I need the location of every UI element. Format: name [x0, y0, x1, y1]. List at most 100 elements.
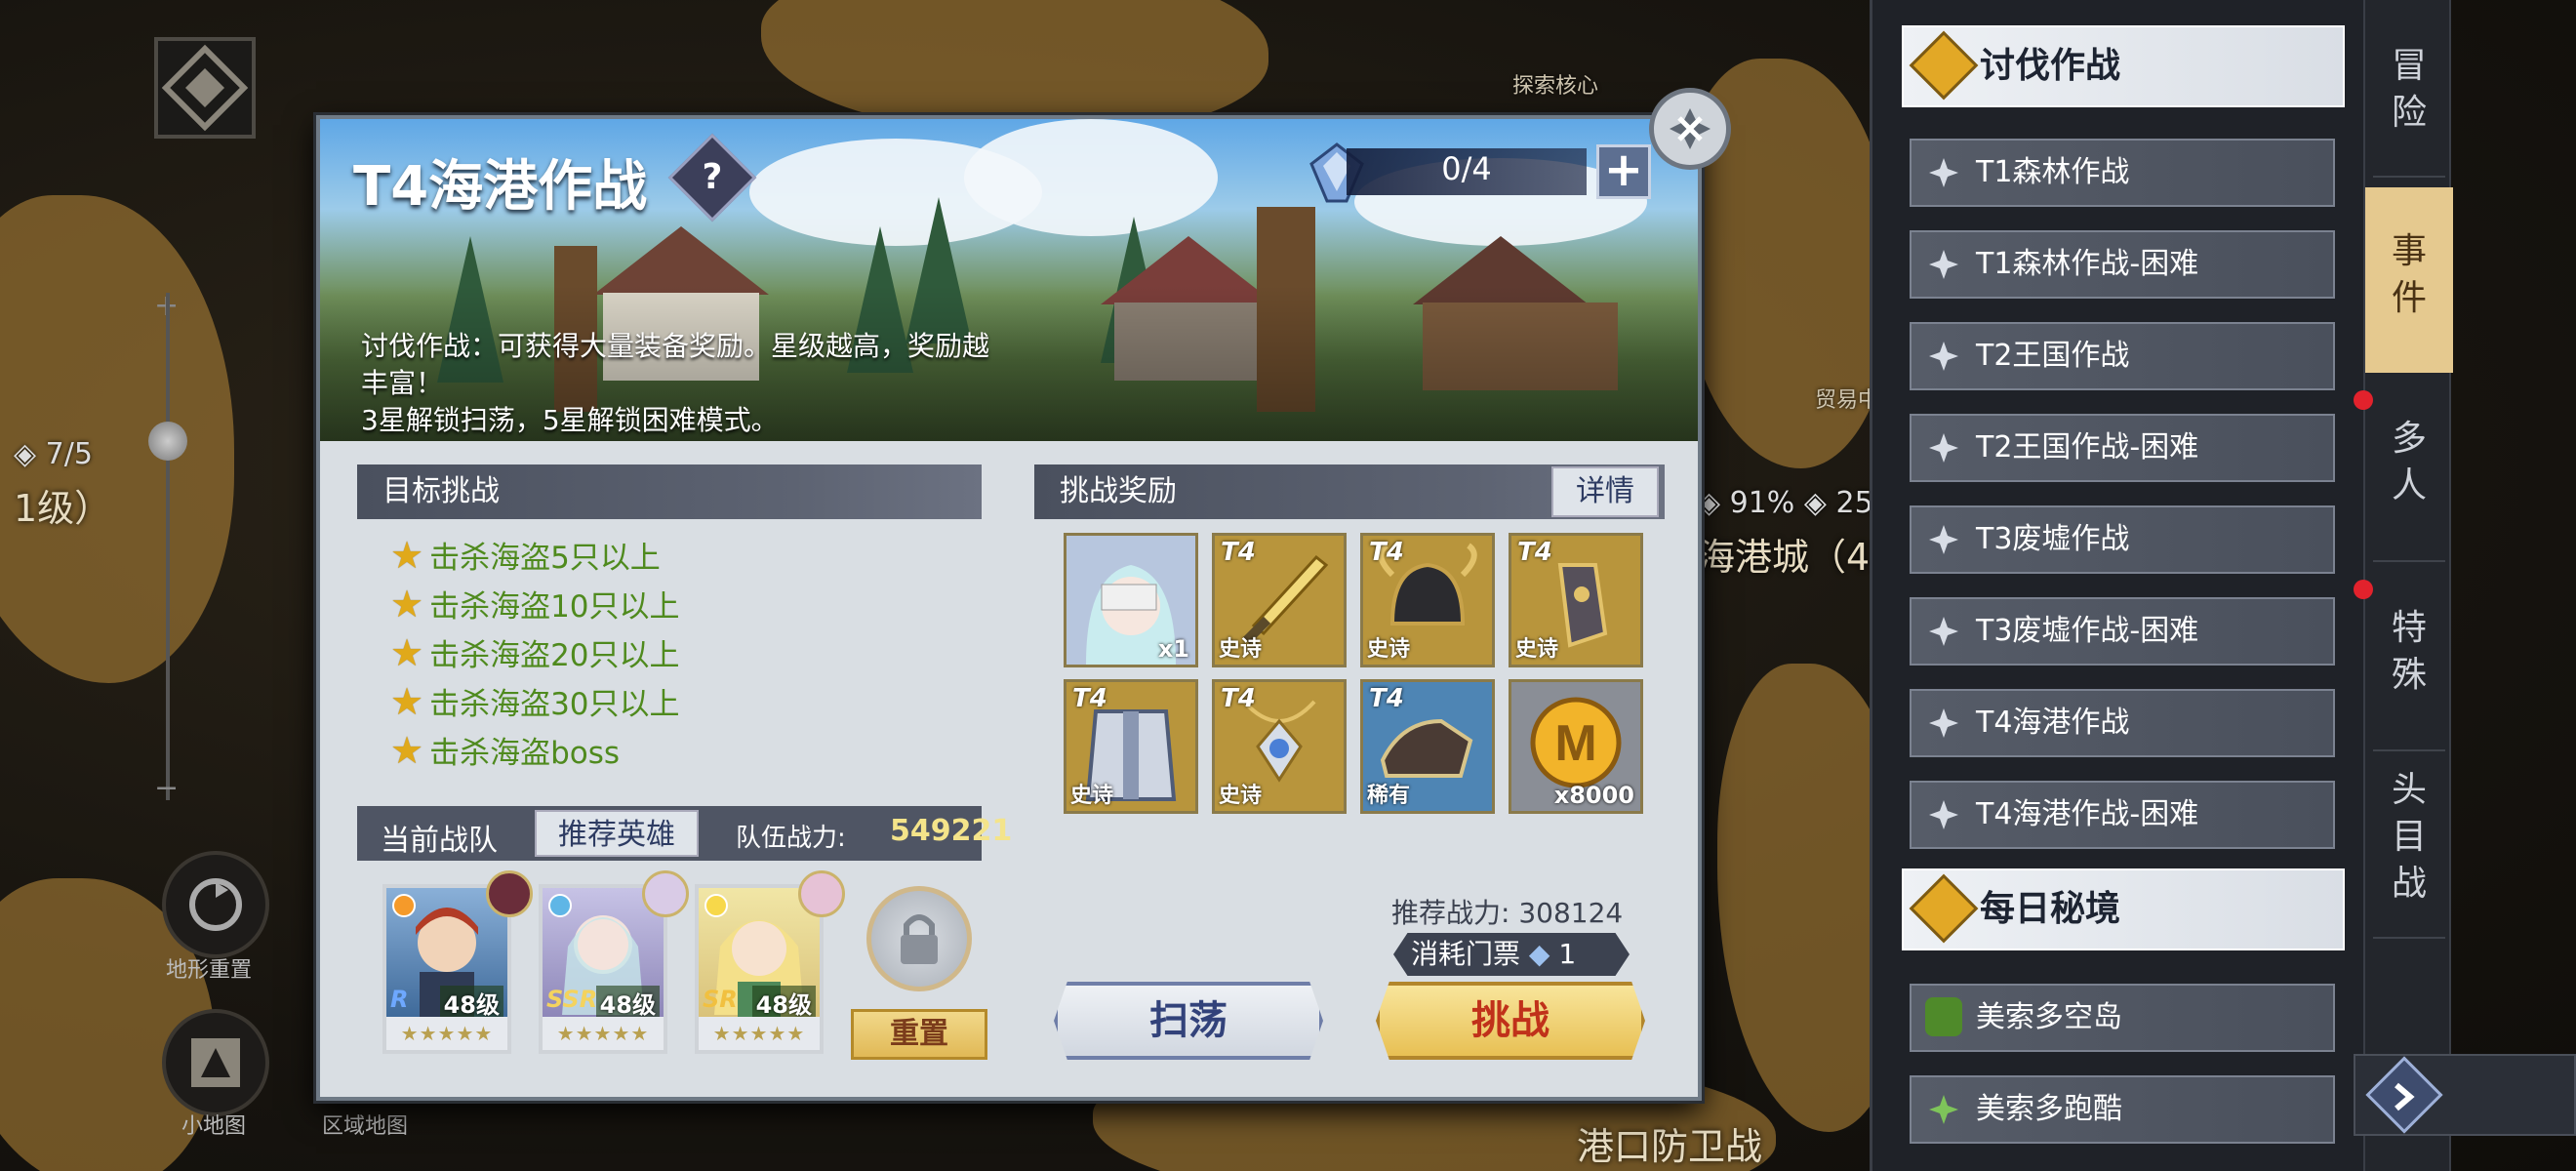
tab-boss[interactable]: 头目战: [2365, 767, 2453, 908]
map-stat-left: ◈ 7/5: [14, 437, 93, 471]
compass-star-icon: [1929, 250, 1958, 279]
ticket-count: 0/4: [1441, 150, 1492, 187]
hero-level: 48级: [439, 986, 503, 1020]
team-title: 当前战队: [381, 824, 498, 858]
item-grade: 史诗: [1070, 784, 1114, 808]
chest-icon: ◈: [1803, 486, 1827, 520]
zoom-slider-handle[interactable]: [148, 422, 187, 461]
zoom-slider[interactable]: [166, 293, 170, 800]
reward-item[interactable]: T4 史诗: [1360, 533, 1495, 667]
zoom-out-icon[interactable]: −: [154, 771, 179, 805]
item-grade: 稀有: [1367, 784, 1411, 808]
star-icon: ★: [390, 582, 424, 626]
item-count: x1: [1157, 635, 1189, 663]
hero-level: 48级: [595, 986, 660, 1020]
diamond-icon: [1909, 30, 1979, 101]
tab-special[interactable]: 特殊: [2365, 605, 2453, 699]
ticket-crystal-icon: ◆: [1528, 938, 1550, 970]
mission-item[interactable]: T4海港作战: [1910, 689, 2335, 757]
tab-adventure[interactable]: 冒险: [2365, 43, 2453, 137]
recommend-heroes-button[interactable]: 推荐英雄: [535, 810, 699, 857]
locked-hero-slot[interactable]: [866, 886, 972, 991]
hero-rarity: SR: [703, 986, 738, 1013]
item-grade: 史诗: [1515, 637, 1559, 662]
description-line: 丰富！: [361, 367, 444, 399]
mission-item[interactable]: T2王国作战: [1910, 322, 2335, 390]
stage-title: T4海港作战: [353, 155, 648, 219]
recommended-power: 推荐战力: 308124: [1391, 897, 1624, 929]
goal-item: ★ 击杀海盗10只以上: [390, 582, 680, 626]
mission-item[interactable]: T3废墟作战-困难: [1910, 597, 2335, 666]
stage-description: 讨伐作战：可获得大量装备奖励。星级越高，奖励越 丰富！ 3星解锁扫荡，5星解锁困…: [361, 328, 1025, 439]
item-tier: T4: [1369, 684, 1404, 713]
compass-star-icon: [1929, 342, 1958, 371]
rewards-header: 挑战奖励 详情: [1034, 464, 1665, 519]
mission-item[interactable]: T2王国作战-困难: [1910, 414, 2335, 482]
star-icon: ★: [390, 679, 424, 723]
star-icon: ★: [390, 533, 424, 577]
ticket-cost: 消耗门票 ◆ 1: [1393, 933, 1630, 976]
category-conquest[interactable]: 讨伐作战: [1902, 25, 2345, 107]
description-line: 讨伐作战：可获得大量装备奖励。星级越高，奖励越: [361, 330, 990, 362]
item-grade: 史诗: [1367, 637, 1411, 662]
tab-divider: [2373, 749, 2445, 751]
compass-star-icon: [1929, 525, 1958, 554]
close-dialog-button[interactable]: [1649, 88, 1731, 170]
mission-item[interactable]: T1森林作战: [1910, 139, 2335, 207]
minimap-button[interactable]: [162, 1009, 269, 1116]
team-header: 当前战队 推荐英雄 队伍战力: 549221: [357, 806, 1012, 861]
collapse-panel-button[interactable]: [2354, 1054, 2576, 1136]
goal-item: ★ 击杀海盗5只以上: [390, 533, 661, 577]
refresh-icon: [189, 878, 242, 931]
item-tier: T4: [1221, 684, 1256, 713]
sweep-button[interactable]: 扫荡: [1054, 982, 1323, 1060]
star-icon: ★: [390, 630, 424, 674]
reward-item[interactable]: T4 史诗: [1212, 533, 1347, 667]
light-element-icon: [704, 894, 728, 917]
tab-event[interactable]: 事件: [2365, 187, 2453, 373]
cloud: [964, 119, 1218, 236]
reset-team-button[interactable]: 重置: [851, 1009, 987, 1060]
map-compass-icon[interactable]: [137, 20, 273, 156]
challenge-button[interactable]: 挑战: [1376, 982, 1645, 1060]
tab-multiplayer[interactable]: 多人: [2365, 416, 2453, 509]
item-tier: T4: [1221, 538, 1256, 567]
hero-partner-avatar: [486, 870, 533, 917]
map-label-explore: 探索核心: [1512, 74, 1599, 99]
hero-level: 48级: [751, 986, 816, 1020]
map-label-harbor-defense[interactable]: 港口防卫战: [1577, 1116, 1762, 1170]
compass-star-icon: [1929, 800, 1958, 829]
hero-partner-avatar: [642, 870, 689, 917]
help-button[interactable]: ?: [667, 133, 757, 222]
reward-item[interactable]: T4 史诗: [1064, 679, 1198, 814]
area-map-label[interactable]: 区域地图: [322, 1109, 408, 1140]
reward-item[interactable]: T4 稀有: [1360, 679, 1495, 814]
reward-item[interactable]: T4 史诗: [1509, 533, 1643, 667]
lock-icon: [901, 914, 938, 964]
tab-divider: [2373, 937, 2445, 939]
ticket-counter: 0/4 +: [1308, 142, 1678, 203]
secret-realm-item[interactable]: 美索多跑酷: [1910, 1075, 2335, 1144]
item-tier: T4: [1517, 538, 1552, 567]
stage-banner: T4海港作战 ? 0/4 + 讨伐作战：可获得大量装备奖励。星级越高，奖励越 丰…: [320, 119, 1698, 441]
terrain-reset-button[interactable]: [162, 851, 269, 958]
secret-realm-item[interactable]: 美索多空岛: [1910, 984, 2335, 1052]
reward-item[interactable]: x1: [1064, 533, 1198, 667]
hero-stars-icon: ★★★★★: [699, 1017, 820, 1050]
mission-item[interactable]: T1森林作战-困难: [1910, 230, 2335, 299]
details-button[interactable]: 详情: [1551, 466, 1659, 517]
hero-stars-icon: ★★★★★: [386, 1017, 507, 1050]
reward-item[interactable]: M x8000: [1509, 679, 1643, 814]
goal-item: ★ 击杀海盗20只以上: [390, 630, 680, 674]
add-ticket-button[interactable]: +: [1596, 144, 1651, 199]
category-daily-secret[interactable]: 每日秘境: [1902, 868, 2345, 950]
notification-dot: [2354, 390, 2373, 410]
chevron-right-icon: [2395, 1082, 2415, 1111]
battle-dialog: T4海港作战 ? 0/4 + 讨伐作战：可获得大量装备奖励。星级越高，奖励越 丰…: [316, 115, 1702, 1101]
mission-item[interactable]: T4海港作战-困难: [1910, 781, 2335, 849]
notification-dot: [2354, 580, 2373, 599]
reward-item[interactable]: T4 史诗: [1212, 679, 1347, 814]
rewards-title: 挑战奖励: [1060, 474, 1177, 508]
green-star-icon: [1929, 1095, 1958, 1124]
mission-item[interactable]: T3废墟作战: [1910, 505, 2335, 574]
